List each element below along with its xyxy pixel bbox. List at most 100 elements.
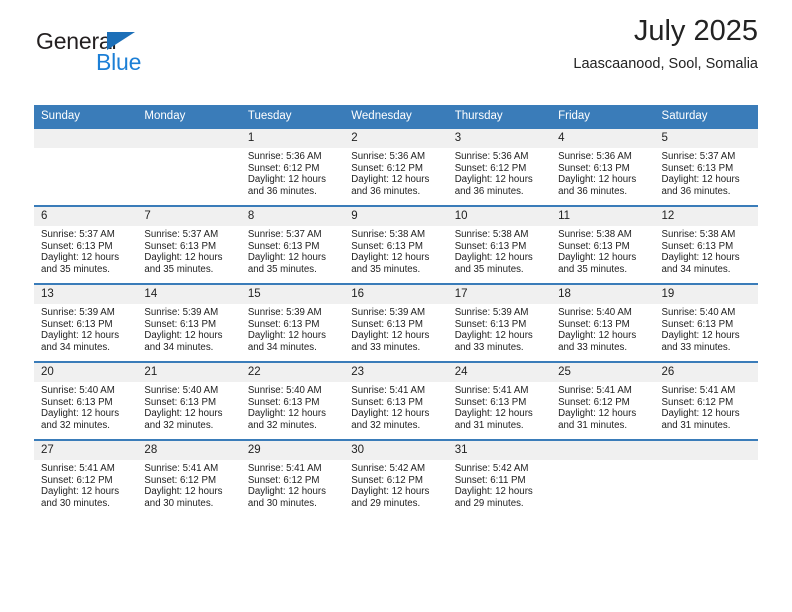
day-number: 5: [654, 129, 758, 148]
day-detail-line: Sunrise: 5:39 AM: [351, 307, 426, 318]
day-detail-line: Sunrise: 5:39 AM: [247, 307, 322, 318]
day-detail: Sunrise: 5:41 AM Sunset: 6:13 PM Daylight:…: [344, 382, 447, 431]
calendar-day-cell[interactable]: 4 Sunrise: 5:36 AM Sunset: 6:13 PM Daylight…: [551, 127, 655, 206]
calendar-day-cell[interactable]: 10 Sunrise: 5:38 AM Sunset: 6:13 PM Dayligh…: [447, 205, 552, 284]
day-detail-line: and 36 minutes.: [661, 185, 731, 197]
day-number: 30: [344, 441, 448, 460]
calendar-day-cell[interactable]: 13 Sunrise: 5:39 AM Sunset: 6:13 PM Dayligh…: [34, 283, 138, 362]
calendar-day-cell[interactable]: 18 Sunrise: 5:40 AM Sunset: 6:13 PM Dayligh…: [551, 283, 655, 362]
calendar-day-cell[interactable]: 9 Sunrise: 5:38 AM Sunset: 6:13 PM Daylight…: [344, 205, 448, 284]
day-detail-line: Daylight: 12 hours: [247, 252, 326, 264]
day-detail-line: Sunset: 6:13 PM: [144, 240, 217, 252]
calendar-day-cell[interactable]: 27 Sunrise: 5:41 AM Sunset: 6:12 PM Dayligh…: [34, 439, 138, 517]
day-detail-line: Sunrise: 5:41 AM: [351, 385, 426, 396]
calendar-day-cell[interactable]: 17 Sunrise: 5:39 AM Sunset: 6:13 PM Dayligh…: [447, 283, 552, 362]
day-detail-line: and 36 minutes.: [454, 185, 524, 197]
day-detail-line: Sunrise: 5:39 AM: [454, 307, 529, 318]
day-cell-inner: [137, 129, 241, 205]
calendar-day-cell[interactable]: 19 Sunrise: 5:40 AM Sunset: 6:13 PM Dayligh…: [654, 283, 758, 362]
day-cell-inner: 16 Sunrise: 5:39 AM Sunset: 6:13 PM Dayligh…: [344, 285, 448, 361]
day-detail-line: Daylight: 12 hours: [41, 252, 120, 264]
day-cell-inner: 29 Sunrise: 5:41 AM Sunset: 6:12 PM Dayligh…: [240, 441, 345, 517]
day-detail-line: Sunset: 6:12 PM: [41, 474, 113, 486]
day-number: 12: [654, 207, 758, 226]
page-title: July 2025: [633, 15, 758, 47]
day-detail-line: and 31 minutes.: [661, 419, 731, 431]
day-detail: Sunrise: 5:37 AM Sunset: 6:13 PM Daylight:…: [137, 226, 240, 275]
calendar-week-row: 13 Sunrise: 5:39 AM Sunset: 6:13 PM Dayligh…: [34, 283, 758, 362]
calendar-day-cell[interactable]: 25 Sunrise: 5:41 AM Sunset: 6:12 PM Dayligh…: [551, 361, 655, 440]
day-detail-line: Sunrise: 5:39 AM: [41, 307, 115, 318]
day-detail-line: Sunset: 6:13 PM: [144, 396, 217, 408]
calendar-table: Sunday Monday Tuesday Wednesday Thursday Frid…: [34, 105, 758, 517]
day-detail-line: Sunrise: 5:42 AM: [454, 463, 529, 474]
calendar-day-cell[interactable]: 16 Sunrise: 5:39 AM Sunset: 6:13 PM Dayligh…: [344, 283, 448, 362]
day-cell-inner: 23 Sunrise: 5:41 AM Sunset: 6:13 PM Dayligh…: [344, 363, 448, 439]
calendar-day-cell[interactable]: 2 Sunrise: 5:36 AM Sunset: 6:12 PM Daylight…: [344, 127, 448, 206]
day-cell-inner: 25 Sunrise: 5:41 AM Sunset: 6:12 PM Dayligh…: [551, 363, 655, 439]
day-detail-line: Sunrise: 5:37 AM: [41, 229, 115, 240]
day-cell-inner: 7 Sunrise: 5:37 AM Sunset: 6:13 PM Daylight…: [137, 207, 241, 283]
day-detail-line: Sunset: 6:12 PM: [351, 474, 423, 486]
day-detail-line: Daylight: 12 hours: [247, 486, 326, 498]
day-cell-inner: 8 Sunrise: 5:37 AM Sunset: 6:13 PM Daylight…: [240, 207, 345, 283]
day-number: 13: [34, 285, 138, 304]
day-detail-line: and 35 minutes.: [144, 263, 214, 275]
day-number: 2: [344, 129, 448, 148]
calendar-day-cell[interactable]: 7 Sunrise: 5:37 AM Sunset: 6:13 PM Daylight…: [137, 205, 241, 284]
day-detail: Sunrise: 5:41 AM Sunset: 6:12 PM Daylight:…: [137, 460, 240, 509]
calendar-day-cell[interactable]: 24 Sunrise: 5:41 AM Sunset: 6:13 PM Dayligh…: [447, 361, 552, 440]
calendar-day-cell[interactable]: 11 Sunrise: 5:38 AM Sunset: 6:13 PM Dayligh…: [551, 205, 655, 284]
day-cell-inner: 19 Sunrise: 5:40 AM Sunset: 6:13 PM Dayligh…: [654, 285, 758, 361]
day-detail: Sunrise: 5:39 AM Sunset: 6:13 PM Daylight:…: [344, 304, 447, 353]
calendar-day-cell[interactable]: 28 Sunrise: 5:41 AM Sunset: 6:12 PM Dayligh…: [137, 439, 241, 517]
day-detail-line: Daylight: 12 hours: [454, 174, 533, 186]
day-detail: Sunrise: 5:41 AM Sunset: 6:13 PM Daylight:…: [448, 382, 551, 431]
calendar-day-cell[interactable]: 14 Sunrise: 5:39 AM Sunset: 6:13 PM Dayligh…: [137, 283, 241, 362]
day-cell-inner: 18 Sunrise: 5:40 AM Sunset: 6:13 PM Dayligh…: [551, 285, 655, 361]
calendar-day-cell[interactable]: 12 Sunrise: 5:38 AM Sunset: 6:13 PM Dayligh…: [654, 205, 758, 284]
calendar-day-cell[interactable]: 6 Sunrise: 5:37 AM Sunset: 6:13 PM Daylight…: [34, 205, 138, 284]
day-detail-line: Sunset: 6:13 PM: [661, 318, 734, 330]
day-number: 11: [551, 207, 655, 226]
day-detail-line: Sunset: 6:13 PM: [247, 240, 320, 252]
calendar-day-cell[interactable]: 5 Sunrise: 5:37 AM Sunset: 6:13 PM Daylight…: [654, 127, 758, 206]
day-number: 4: [551, 129, 655, 148]
triangle-icon: [107, 32, 135, 50]
day-detail-line: Sunrise: 5:40 AM: [558, 307, 632, 318]
day-detail-line: Daylight: 12 hours: [661, 408, 740, 420]
day-number: 22: [240, 363, 345, 382]
calendar-day-cell[interactable]: 31 Sunrise: 5:42 AM Sunset: 6:11 PM Dayligh…: [447, 439, 552, 517]
calendar-body: 1 Sunrise: 5:36 AM Sunset: 6:12 PM Daylight…: [34, 127, 758, 517]
day-detail: Sunrise: 5:40 AM Sunset: 6:13 PM Daylight:…: [241, 382, 344, 431]
calendar-day-cell[interactable]: 23 Sunrise: 5:41 AM Sunset: 6:13 PM Dayligh…: [344, 361, 448, 440]
weekday-header-sunday: Sunday: [34, 105, 138, 128]
day-detail-line: Daylight: 12 hours: [247, 330, 326, 342]
calendar-day-cell[interactable]: 1 Sunrise: 5:36 AM Sunset: 6:12 PM Daylight…: [240, 127, 345, 206]
day-detail-line: Sunset: 6:13 PM: [661, 240, 734, 252]
day-detail: Sunrise: 5:38 AM Sunset: 6:13 PM Daylight:…: [551, 226, 654, 275]
calendar-day-cell[interactable]: 3 Sunrise: 5:36 AM Sunset: 6:12 PM Daylight…: [447, 127, 552, 206]
day-detail-line: Daylight: 12 hours: [144, 486, 223, 498]
day-number: 15: [240, 285, 345, 304]
calendar-day-cell[interactable]: 22 Sunrise: 5:40 AM Sunset: 6:13 PM Dayligh…: [240, 361, 345, 440]
day-detail-line: Sunrise: 5:42 AM: [351, 463, 426, 474]
page-header: General Blue July 2025 Laascaanood, Sool…: [34, 0, 758, 78]
calendar-day-cell[interactable]: 29 Sunrise: 5:41 AM Sunset: 6:12 PM Dayligh…: [240, 439, 345, 517]
day-cell-inner: 24 Sunrise: 5:41 AM Sunset: 6:13 PM Dayligh…: [447, 363, 552, 439]
calendar-day-cell[interactable]: 30 Sunrise: 5:42 AM Sunset: 6:12 PM Dayligh…: [344, 439, 448, 517]
day-detail-line: Sunset: 6:12 PM: [351, 162, 423, 174]
calendar-day-cell[interactable]: 8 Sunrise: 5:37 AM Sunset: 6:13 PM Daylight…: [240, 205, 345, 284]
calendar-day-cell[interactable]: 26 Sunrise: 5:41 AM Sunset: 6:12 PM Dayligh…: [654, 361, 758, 440]
day-number: 7: [137, 207, 241, 226]
day-detail-line: Daylight: 12 hours: [41, 486, 120, 498]
day-detail-line: Daylight: 12 hours: [41, 408, 120, 420]
day-detail: Sunrise: 5:39 AM Sunset: 6:13 PM Daylight:…: [137, 304, 240, 353]
calendar-day-cell[interactable]: 21 Sunrise: 5:40 AM Sunset: 6:13 PM Dayligh…: [137, 361, 241, 440]
calendar-header-row: Sunday Monday Tuesday Wednesday Thursday Frid…: [34, 105, 758, 128]
calendar-day-cell[interactable]: 15 Sunrise: 5:39 AM Sunset: 6:13 PM Dayligh…: [240, 283, 345, 362]
calendar-page: General Blue July 2025 Laascaanood, Sool…: [0, 0, 792, 612]
day-number: 31: [447, 441, 552, 460]
calendar-day-cell[interactable]: 20 Sunrise: 5:40 AM Sunset: 6:13 PM Dayligh…: [34, 361, 138, 440]
calendar-week-row: 1 Sunrise: 5:36 AM Sunset: 6:12 PM Daylight…: [34, 127, 758, 206]
